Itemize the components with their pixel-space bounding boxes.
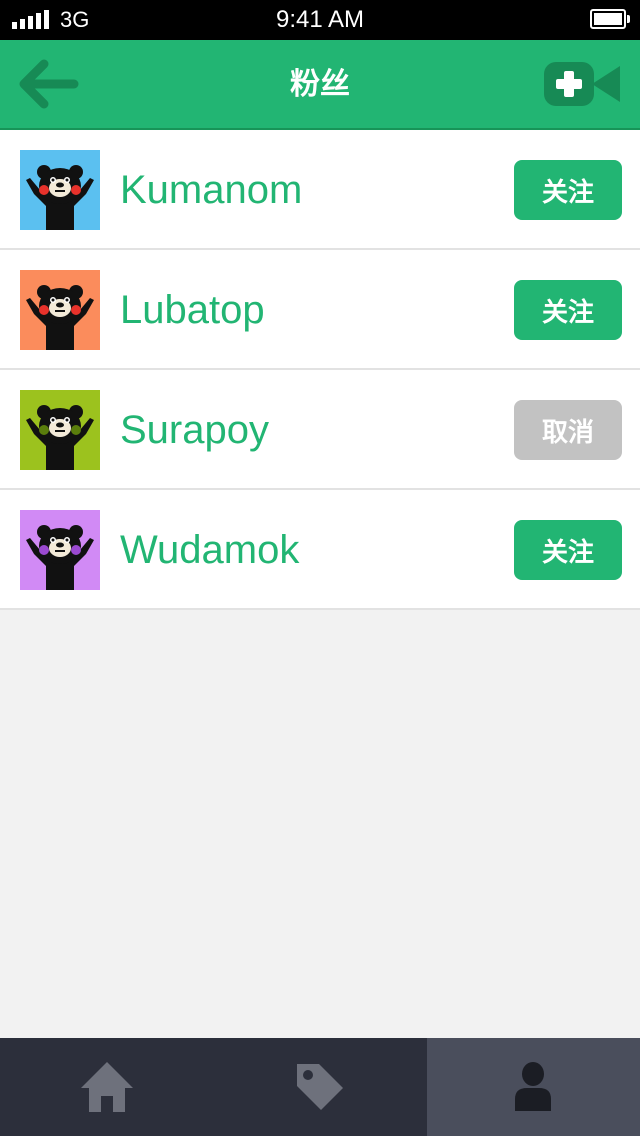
list-item[interactable]: Surapoy 取消 [0, 370, 640, 490]
tab-profile[interactable] [426, 1038, 640, 1136]
list-item[interactable]: Wudamok 关注 [0, 490, 640, 610]
tab-tags[interactable] [213, 1038, 426, 1136]
follow-button[interactable]: 关注 [514, 520, 622, 580]
user-icon [515, 1062, 552, 1111]
fan-name: Wudamok [120, 528, 300, 572]
tag-icon [296, 1064, 343, 1110]
avatar[interactable] [20, 390, 100, 470]
bear-mascot-icon [26, 405, 94, 470]
home-icon [80, 1062, 133, 1112]
tab-bar [0, 1038, 640, 1136]
fans-list: Kumanom 关注 Lubatop 关注 Surapoy 取消 Wudamok… [0, 130, 640, 610]
avatar[interactable] [20, 150, 100, 230]
bear-mascot-icon [26, 285, 94, 350]
status-bar: 3G 9:41 AM [0, 0, 640, 40]
cancel-button[interactable]: 取消 [514, 400, 622, 460]
follow-button[interactable]: 关注 [514, 160, 622, 220]
bear-mascot-icon [26, 165, 94, 230]
fan-name: Surapoy [120, 408, 269, 452]
tab-home[interactable] [0, 1038, 213, 1136]
avatar[interactable] [20, 270, 100, 350]
status-time: 9:41 AM [275, 6, 365, 33]
avatar[interactable] [20, 510, 100, 590]
fan-name: Lubatop [120, 288, 265, 332]
add-video-button[interactable] [542, 60, 622, 108]
nav-bar: 粉丝 [0, 40, 640, 130]
list-item[interactable]: Lubatop 关注 [0, 250, 640, 370]
list-item[interactable]: Kumanom 关注 [0, 130, 640, 250]
add-video-icon [544, 62, 620, 106]
follow-button[interactable]: 关注 [514, 280, 622, 340]
battery-icon [590, 9, 630, 29]
fan-name: Kumanom [120, 168, 303, 212]
bear-mascot-icon [26, 525, 94, 590]
